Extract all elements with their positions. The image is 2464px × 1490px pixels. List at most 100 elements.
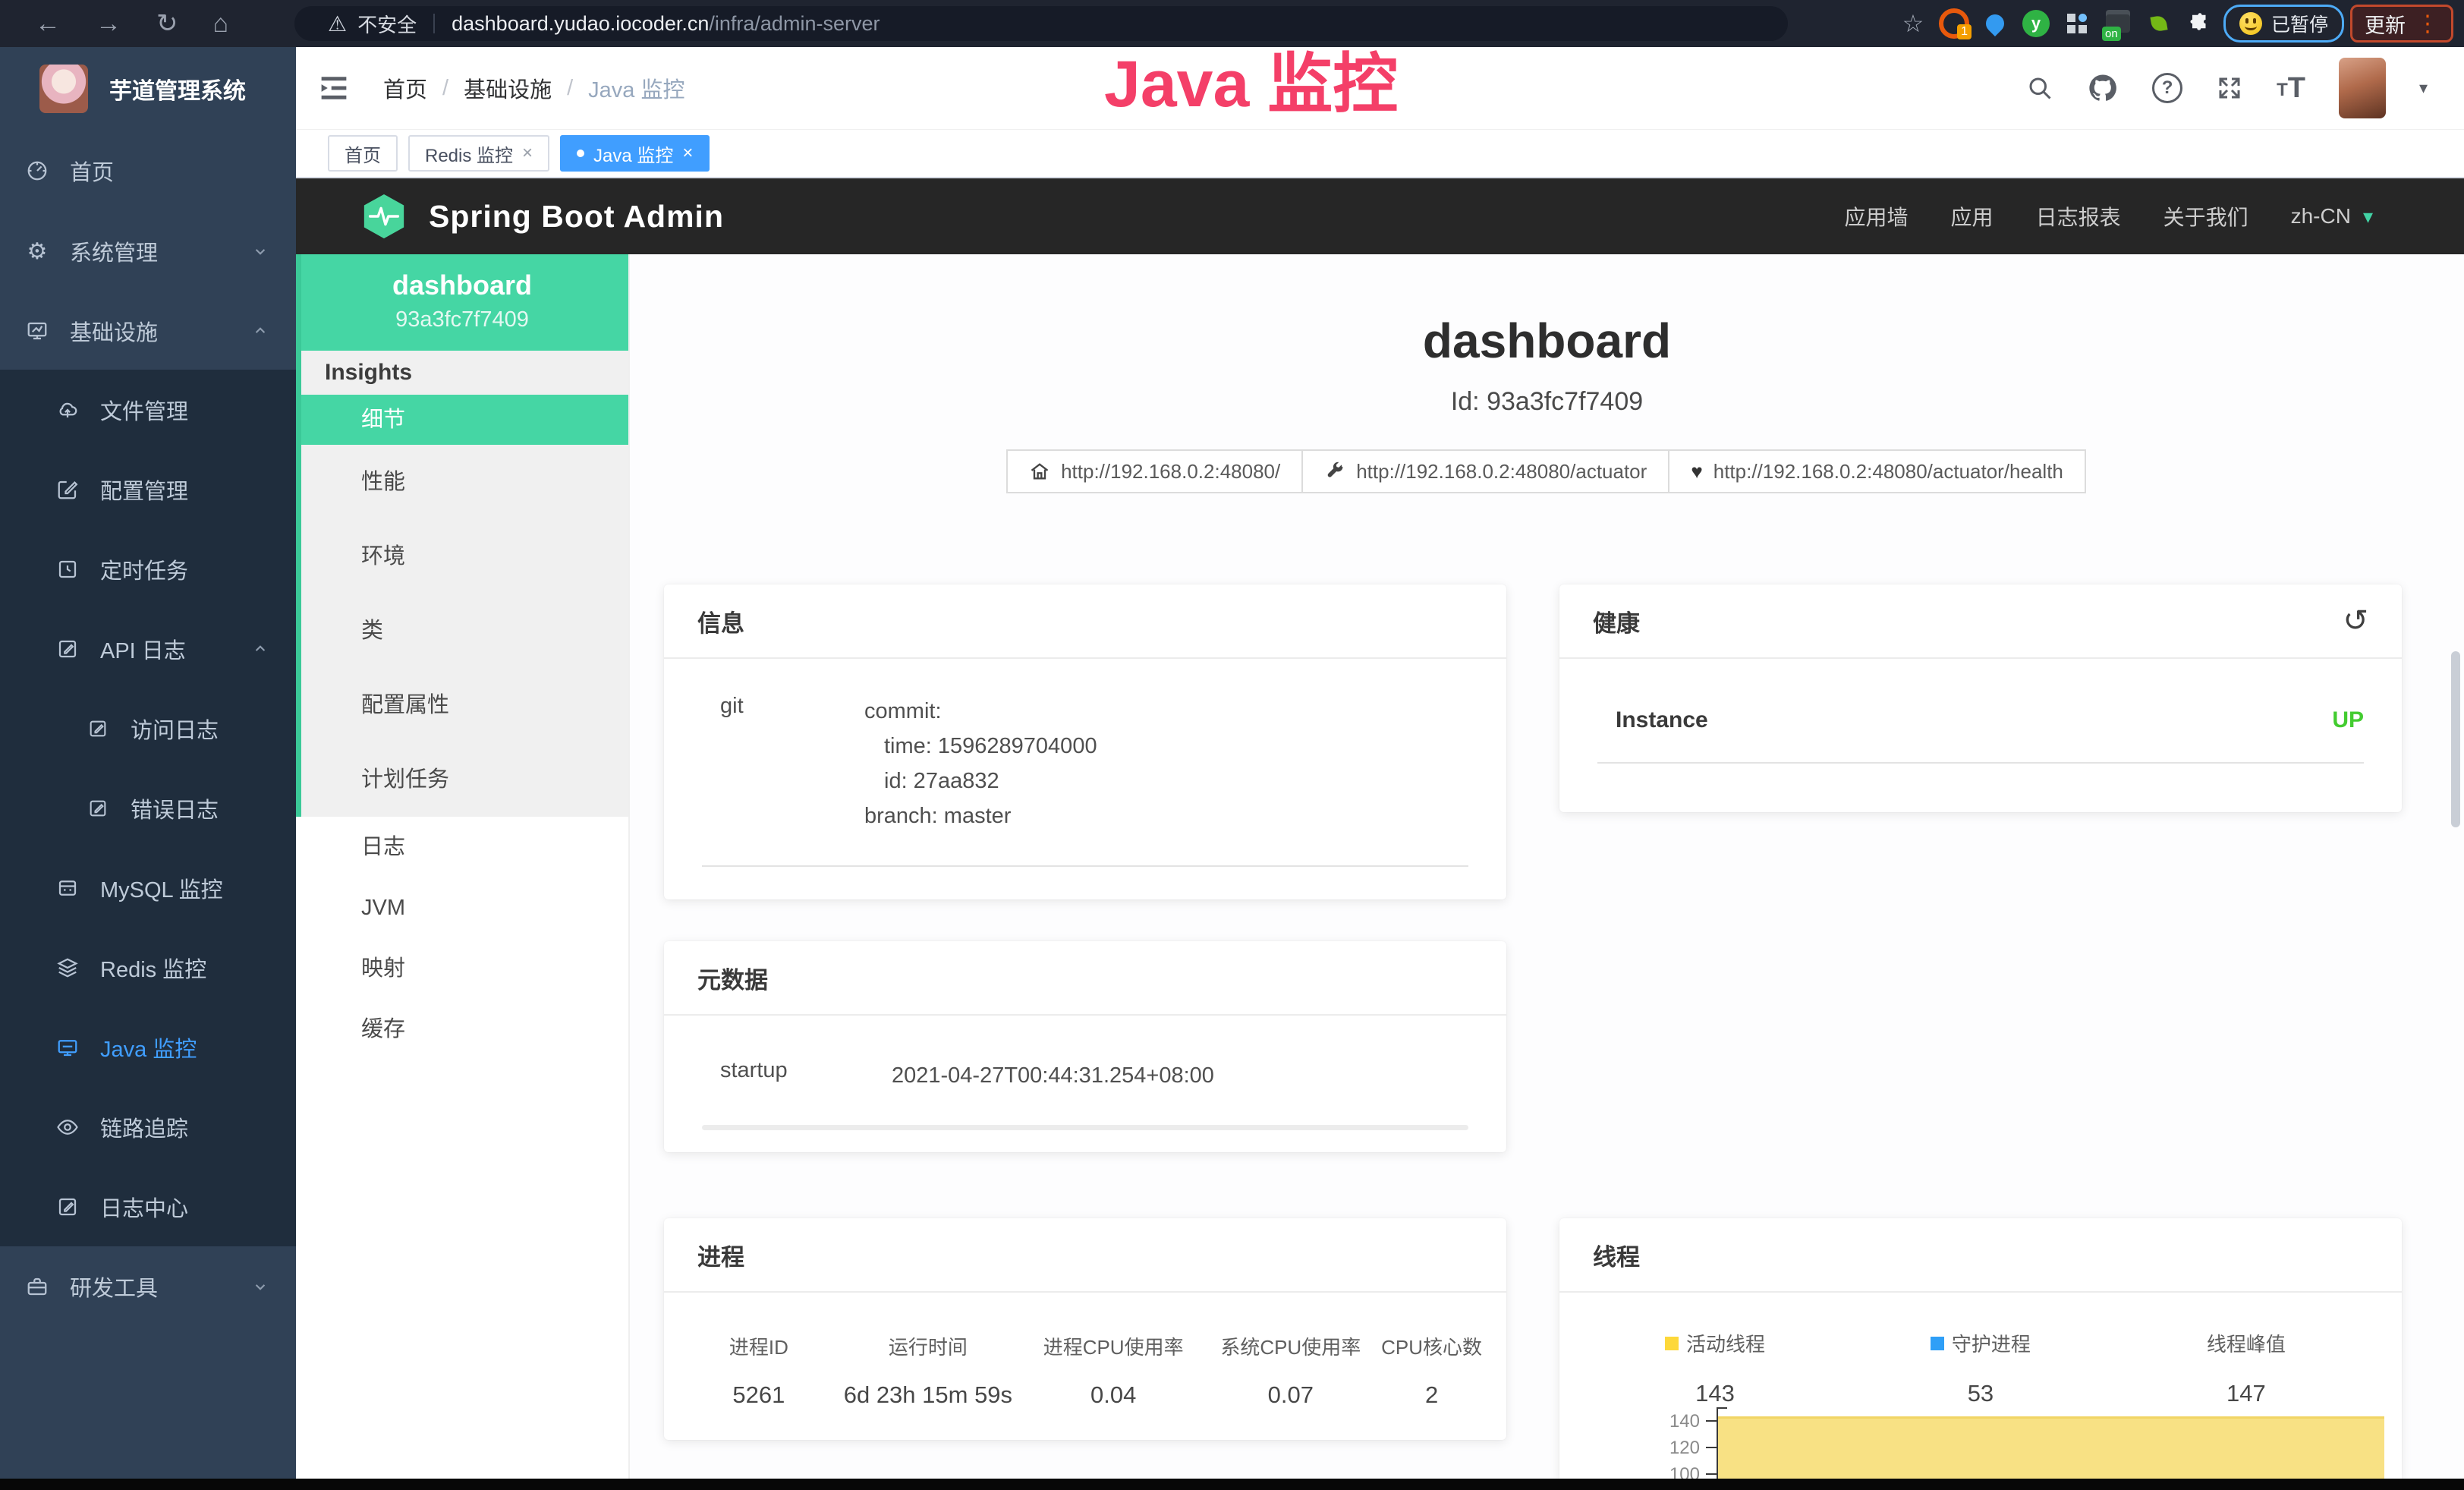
monitor-icon <box>24 320 50 342</box>
process-card: 进程 进程ID 运行时间 进程CPU使用率 系统CPU使用率 CPU核心数 52… <box>664 1218 1506 1440</box>
fullscreen-icon[interactable] <box>2216 74 2243 102</box>
extension-grid-icon[interactable] <box>2060 6 2094 41</box>
history-icon <box>55 558 80 581</box>
home-icon <box>1029 461 1050 482</box>
health-url-link[interactable]: ♥ http://192.168.0.2:48080/actuator/heal… <box>1668 449 2086 493</box>
tab-redis-monitor[interactable]: Redis 监控 × <box>408 135 549 172</box>
sidebar-item-file-mgmt[interactable]: 文件管理 <box>0 370 296 449</box>
actuator-url-link[interactable]: http://192.168.0.2:48080/actuator <box>1301 449 1669 493</box>
monitor-icon <box>55 1036 80 1059</box>
sidebar-item-access-logs[interactable]: 访问日志 <box>0 688 296 768</box>
browser-back-icon[interactable]: ← <box>35 9 61 39</box>
chevron-up-icon <box>250 639 270 659</box>
url-path: /infra/admin-server <box>709 12 880 36</box>
sidebar-item-error-logs[interactable]: 错误日志 <box>0 768 296 848</box>
sidebar-item-system-mgmt[interactable]: ⚙ 系统管理 <box>0 211 296 291</box>
browser-update-button[interactable]: 更新 ⋮ <box>2350 5 2453 43</box>
sba-nav-applications[interactable]: 应用 <box>1951 201 1994 232</box>
sidebar-item-java-monitor[interactable]: Java 监控 <box>0 1007 296 1087</box>
log-edit-icon <box>55 638 80 660</box>
extension-puzzle-icon[interactable] <box>2182 6 2217 41</box>
avatar-caret-icon[interactable]: ▾ <box>2419 78 2428 98</box>
app-logo-row[interactable]: 芋道管理系统 <box>0 47 296 131</box>
info-card-title: 信息 <box>697 604 744 638</box>
browser-forward-icon[interactable]: → <box>96 9 121 39</box>
close-icon[interactable]: × <box>682 143 693 164</box>
address-bar[interactable]: ⚠ 不安全 dashboard.yudao.iocoder.cn /infra/… <box>294 6 1788 41</box>
sba-nav-wallboard[interactable]: 应用墙 <box>1845 201 1909 232</box>
instance-links: http://192.168.0.2:48080/ http://192.168… <box>630 449 2464 493</box>
sidebar-item-redis-monitor[interactable]: Redis 监控 <box>0 928 296 1007</box>
chevron-down-icon[interactable]: ▾ <box>2363 205 2373 228</box>
breadcrumb: 首页 / 基础设施 / Java 监控 <box>383 47 684 129</box>
process-card-title: 进程 <box>697 1238 744 1272</box>
sba-item-scheduled-tasks[interactable]: 计划任务 <box>296 742 628 817</box>
sba-sidebar-accent <box>296 254 301 817</box>
sba-item-caches[interactable]: 缓存 <box>296 999 628 1060</box>
health-history-icon[interactable]: ↺ <box>2343 603 2368 638</box>
user-avatar[interactable] <box>2339 58 2386 118</box>
active-dot-icon <box>577 150 584 157</box>
font-size-icon[interactable]: TT <box>2277 75 2305 101</box>
sba-item-logs[interactable]: 日志 <box>296 817 628 877</box>
sidebar-item-api-logs[interactable]: API 日志 <box>0 609 296 688</box>
legend-live-swatch <box>1665 1337 1679 1350</box>
tab-java-monitor[interactable]: Java 监控 × <box>560 135 710 172</box>
sba-item-mappings[interactable]: 映射 <box>296 938 628 999</box>
sba-item-config-props[interactable]: 配置属性 <box>296 668 628 742</box>
tab-home[interactable]: 首页 <box>328 135 398 172</box>
extension-sprout-icon[interactable] <box>2141 6 2176 41</box>
sidebar-item-log-center[interactable]: 日志中心 <box>0 1167 296 1246</box>
page-scrollbar-thumb[interactable] <box>2451 651 2460 827</box>
extension-orange-icon[interactable]: 1 <box>1937 6 1972 41</box>
sidebar-item-infrastructure[interactable]: 基础设施 <box>0 291 296 370</box>
extension-pin-icon[interactable] <box>1978 6 2012 41</box>
sba-item-metrics[interactable]: 性能 <box>296 445 628 519</box>
sba-header: Spring Boot Admin 应用墙 应用 日志报表 关于我们 zh-CN… <box>296 178 2464 254</box>
search-icon[interactable] <box>2026 74 2053 102</box>
breadcrumb-infrastructure[interactable]: 基础设施 <box>464 72 552 104</box>
collapse-sidebar-icon[interactable] <box>319 74 349 102</box>
github-icon[interactable] <box>2087 72 2119 104</box>
sba-item-jvm[interactable]: JVM <box>296 877 628 938</box>
bookmark-star-icon[interactable]: ☆ <box>1896 6 1931 41</box>
sidebar-item-mysql-monitor[interactable]: MySQL 监控 <box>0 848 296 928</box>
sidebar-item-config-mgmt[interactable]: 配置管理 <box>0 449 296 529</box>
gear-icon: ⚙ <box>24 238 50 265</box>
upload-cloud-icon <box>55 398 80 421</box>
metadata-key: startup <box>720 1058 892 1093</box>
sidebar-item-tracing[interactable]: 链路追踪 <box>0 1087 296 1167</box>
browser-menu-dots-icon[interactable]: ⋮ <box>2416 11 2439 37</box>
sba-locale-select[interactable]: zh-CN <box>2291 204 2351 228</box>
page-instance-id: Id: 93a3fc7f7409 <box>630 387 2464 417</box>
sba-brand[interactable]: Spring Boot Admin <box>429 199 724 235</box>
sba-nav-about[interactable]: 关于我们 <box>2163 201 2248 232</box>
health-card: 健康 ↺ Instance UP <box>1559 584 2402 812</box>
sba-instance-header[interactable]: dashboard 93a3fc7f7409 <box>296 254 628 351</box>
browser-reload-icon[interactable]: ↻ <box>156 8 178 39</box>
sba-nav-journal[interactable]: 日志报表 <box>2036 201 2121 232</box>
extension-y-icon[interactable]: y <box>2019 6 2053 41</box>
sba-item-details[interactable]: 细节 <box>296 395 628 445</box>
app-title: 芋道管理系统 <box>109 72 246 106</box>
sba-item-classes[interactable]: 类 <box>296 594 628 668</box>
info-key: git <box>720 694 864 833</box>
extension-tabs-on-icon[interactable]: on <box>2101 6 2135 41</box>
briefcase-icon <box>24 1275 50 1298</box>
metadata-value: 2021-04-27T00:44:31.254+08:00 <box>892 1058 1214 1093</box>
close-icon[interactable]: × <box>522 143 533 164</box>
sba-section-insights: Insights <box>296 351 628 395</box>
breadcrumb-home[interactable]: 首页 <box>383 72 427 104</box>
sidebar-item-home[interactable]: 首页 <box>0 131 296 211</box>
sidebar-item-dev-tools[interactable]: 研发工具 <box>0 1246 296 1326</box>
sba-item-environment[interactable]: 环境 <box>296 519 628 594</box>
service-url-link[interactable]: http://192.168.0.2:48080/ <box>1006 449 1303 493</box>
annotation-text: Java 监控 <box>1104 30 1398 125</box>
info-value: commit: time: 1596289704000 id: 27aa832 … <box>864 694 1097 833</box>
help-icon[interactable]: ? <box>2152 73 2182 103</box>
sidebar-item-scheduled-jobs[interactable]: 定时任务 <box>0 529 296 609</box>
paused-extension-badge[interactable]: 已暂停 <box>2223 5 2344 43</box>
browser-home-icon[interactable]: ⌂ <box>213 9 229 39</box>
health-row-label[interactable]: Instance <box>1616 707 1708 733</box>
page-title: dashboard <box>630 313 2464 369</box>
